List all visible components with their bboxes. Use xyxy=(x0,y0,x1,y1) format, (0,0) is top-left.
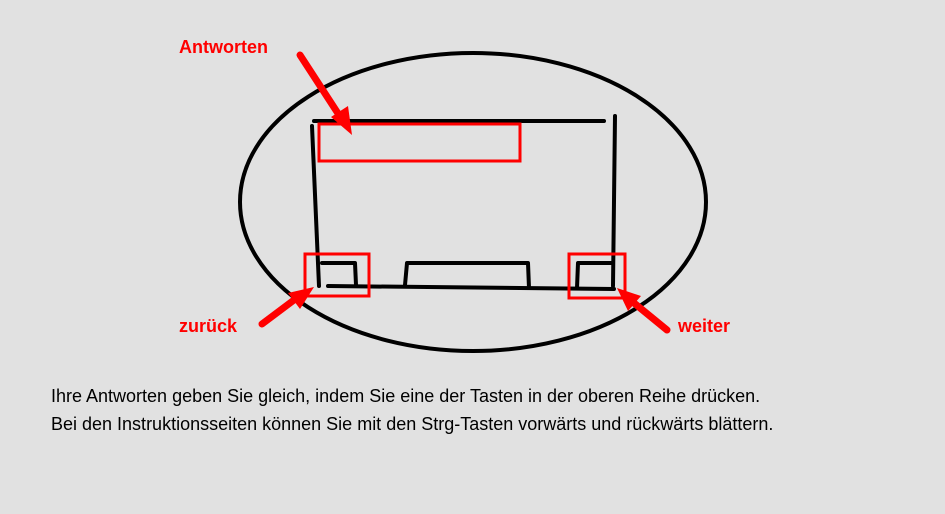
back-key-highlight xyxy=(303,252,371,298)
keyboard-right-edge xyxy=(611,114,617,288)
answers-label: Antworten xyxy=(179,37,268,57)
spacebar-sketch xyxy=(403,261,531,290)
next-label: weiter xyxy=(678,316,731,336)
instruction-line-1: Ihre Antworten geben Sie gleich, indem S… xyxy=(51,386,761,406)
right-ctrl-key-sketch xyxy=(575,261,615,290)
keyboard-bottom-edge xyxy=(326,284,616,291)
back-label: zurück xyxy=(179,316,238,336)
instructions-text: Ihre Antworten geben Sie gleich, indem S… xyxy=(51,386,931,442)
instruction-line-2: Bei den Instruktionsseiten können Sie mi… xyxy=(51,414,774,434)
next-arrow xyxy=(617,288,671,334)
left-ctrl-key-sketch xyxy=(320,261,358,287)
